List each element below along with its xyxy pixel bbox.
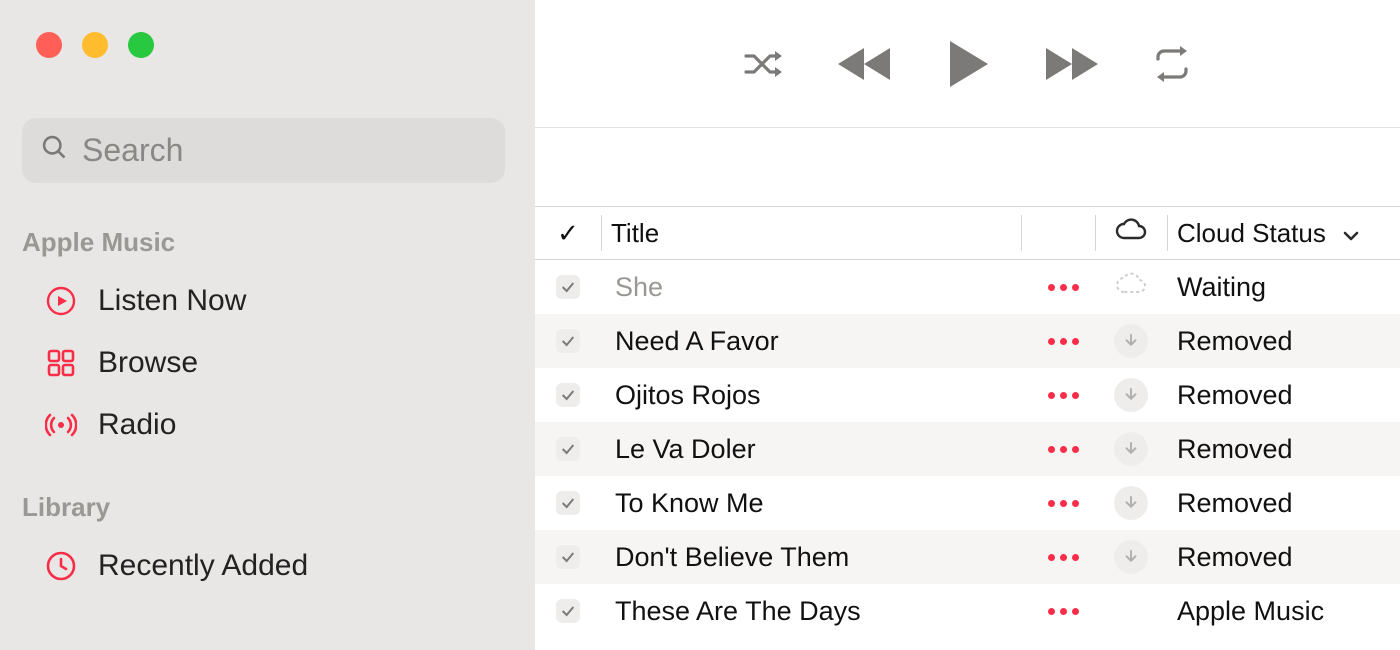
- app-window: Search Apple Music Listen Now Browse Rad…: [0, 0, 1400, 650]
- more-button[interactable]: [1021, 530, 1095, 584]
- cloud-removed-icon: [1114, 324, 1148, 358]
- column-title[interactable]: Title: [601, 207, 1021, 259]
- column-cloud-icon[interactable]: [1095, 207, 1167, 259]
- table-row[interactable]: These Are The Days Apple Music: [535, 584, 1400, 638]
- close-window-button[interactable]: [36, 32, 62, 58]
- cloud-status-text: Apple Music: [1167, 584, 1400, 638]
- track-title: Don't Believe Them: [601, 530, 1021, 584]
- table-header: ✓ Title Cloud Status: [535, 206, 1400, 260]
- clock-icon: [44, 549, 78, 583]
- next-button[interactable]: [1040, 42, 1102, 86]
- cloud-waiting-icon: [1113, 271, 1149, 304]
- cloud-status-text: Removed: [1167, 368, 1400, 422]
- table-row[interactable]: To Know Me Removed: [535, 476, 1400, 530]
- main-content: ✓ Title Cloud Status SheWaitingNeed A Fa…: [535, 0, 1400, 650]
- sidebar: Search Apple Music Listen Now Browse Rad…: [0, 0, 535, 650]
- search-input[interactable]: Search: [22, 118, 505, 183]
- cloud-status-icon-cell: [1095, 368, 1167, 422]
- table-row[interactable]: Need A Favor Removed: [535, 314, 1400, 368]
- track-title: She: [601, 260, 1021, 314]
- cloud-status-text: Waiting: [1167, 260, 1400, 314]
- ellipsis-icon: [1048, 500, 1079, 507]
- cloud-status-icon-cell: [1095, 530, 1167, 584]
- search-container: Search: [22, 118, 505, 183]
- play-circle-icon: [44, 284, 78, 318]
- ellipsis-icon: [1048, 392, 1079, 399]
- table-row[interactable]: Ojitos Rojos Removed: [535, 368, 1400, 422]
- cloud-status-icon-cell: [1095, 476, 1167, 530]
- sidebar-item-browse[interactable]: Browse: [0, 332, 535, 394]
- more-button[interactable]: [1021, 260, 1095, 314]
- sidebar-item-label: Radio: [98, 408, 176, 442]
- track-title: To Know Me: [601, 476, 1021, 530]
- table-row[interactable]: Le Va Doler Removed: [535, 422, 1400, 476]
- cloud-icon: [1114, 218, 1148, 249]
- ellipsis-icon: [1048, 284, 1079, 291]
- search-icon: [40, 132, 68, 169]
- table-row[interactable]: She Waiting: [535, 260, 1400, 314]
- sidebar-item-recently-added[interactable]: Recently Added: [0, 535, 535, 597]
- sidebar-section-library: Library: [0, 488, 535, 535]
- column-spacer: [1021, 207, 1095, 259]
- sidebar-item-listen-now[interactable]: Listen Now: [0, 270, 535, 332]
- ellipsis-icon: [1048, 608, 1079, 615]
- sidebar-item-label: Browse: [98, 346, 198, 380]
- cloud-status-text: Removed: [1167, 422, 1400, 476]
- shuffle-button[interactable]: [742, 44, 786, 84]
- previous-button[interactable]: [834, 42, 896, 86]
- track-title: Need A Favor: [601, 314, 1021, 368]
- ellipsis-icon: [1048, 338, 1079, 345]
- table-row[interactable]: Don't Believe Them Removed: [535, 530, 1400, 584]
- more-button[interactable]: [1021, 314, 1095, 368]
- row-checkbox[interactable]: [535, 314, 601, 368]
- row-checkbox[interactable]: [535, 422, 601, 476]
- cloud-status-text: Removed: [1167, 530, 1400, 584]
- cloud-status-text: Removed: [1167, 314, 1400, 368]
- track-title: Le Va Doler: [601, 422, 1021, 476]
- row-checkbox[interactable]: [535, 260, 601, 314]
- window-controls: [0, 32, 535, 58]
- sidebar-item-label: Recently Added: [98, 549, 308, 583]
- column-cloud-status[interactable]: Cloud Status: [1167, 207, 1400, 259]
- cloud-status-icon-cell: [1095, 422, 1167, 476]
- search-placeholder: Search: [82, 132, 183, 169]
- tracks-list: SheWaitingNeed A FavorRemovedOjitos Rojo…: [535, 260, 1400, 638]
- row-checkbox[interactable]: [535, 530, 601, 584]
- minimize-window-button[interactable]: [82, 32, 108, 58]
- more-button[interactable]: [1021, 476, 1095, 530]
- sidebar-item-label: Listen Now: [98, 284, 246, 318]
- sidebar-item-radio[interactable]: Radio: [0, 394, 535, 456]
- chevron-down-icon: [1342, 218, 1360, 249]
- ellipsis-icon: [1048, 446, 1079, 453]
- play-button[interactable]: [944, 37, 992, 91]
- row-checkbox[interactable]: [535, 368, 601, 422]
- cloud-removed-icon: [1114, 378, 1148, 412]
- track-title: Ojitos Rojos: [601, 368, 1021, 422]
- player-controls: [535, 0, 1400, 128]
- ellipsis-icon: [1048, 554, 1079, 561]
- cloud-status-icon-cell: [1095, 314, 1167, 368]
- more-button[interactable]: [1021, 368, 1095, 422]
- grid-icon: [44, 346, 78, 380]
- repeat-button[interactable]: [1150, 45, 1194, 83]
- more-button[interactable]: [1021, 422, 1095, 476]
- cloud-removed-icon: [1114, 486, 1148, 520]
- radio-icon: [44, 408, 78, 442]
- row-checkbox[interactable]: [535, 584, 601, 638]
- cloud-removed-icon: [1114, 540, 1148, 574]
- cloud-status-icon-cell: [1095, 584, 1167, 638]
- sidebar-section-apple-music: Apple Music: [0, 223, 535, 270]
- cloud-status-icon-cell: [1095, 260, 1167, 314]
- zoom-window-button[interactable]: [128, 32, 154, 58]
- cloud-status-text: Removed: [1167, 476, 1400, 530]
- row-checkbox[interactable]: [535, 476, 601, 530]
- column-check[interactable]: ✓: [535, 207, 601, 259]
- more-button[interactable]: [1021, 584, 1095, 638]
- track-title: These Are The Days: [601, 584, 1021, 638]
- cloud-removed-icon: [1114, 432, 1148, 466]
